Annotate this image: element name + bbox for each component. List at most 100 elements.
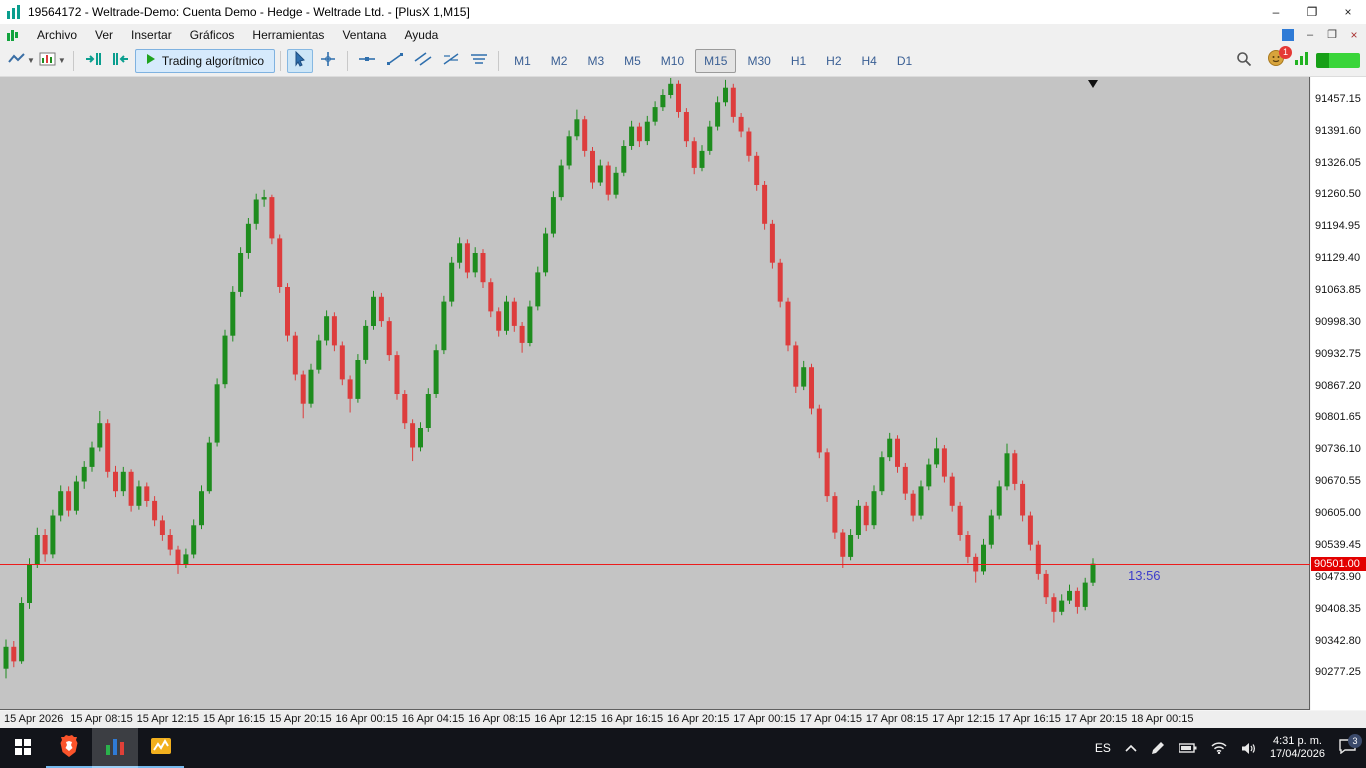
last-bar-marker-icon xyxy=(1088,80,1098,88)
waves-icon xyxy=(470,52,488,69)
new-chart-button[interactable]: ▼ xyxy=(38,49,67,73)
child-chart-icon xyxy=(1278,27,1298,43)
taskbar: ES 4:31 p. m. 17/04/2026 3 xyxy=(0,728,1366,768)
menu-bar: Archivo Ver Insertar Gráficos Herramient… xyxy=(0,24,1366,45)
menu-archivo[interactable]: Archivo xyxy=(28,25,86,45)
price-axis-label: 90932.75 xyxy=(1315,347,1361,360)
timeframe-h2[interactable]: H2 xyxy=(817,49,850,73)
price-axis-label: 90408.35 xyxy=(1315,602,1361,615)
child-minimize-button[interactable]: – xyxy=(1300,27,1320,43)
timeframe-h4[interactable]: H4 xyxy=(853,49,886,73)
time-axis-label: 17 Apr 08:15 xyxy=(865,713,929,725)
search-icon xyxy=(1236,51,1252,70)
candlestick-chart[interactable] xyxy=(0,77,1310,710)
menu-ventana[interactable]: Ventana xyxy=(333,25,395,45)
window-title: 19564172 - Weltrade-Demo: Cuenta Demo - … xyxy=(28,5,470,19)
price-axis[interactable]: 90501.00 91457.15 91391.60 91326.05 91260.5… xyxy=(1311,77,1366,710)
time-axis-label: 15 Apr 12:15 xyxy=(136,713,199,725)
menu-insertar[interactable]: Insertar xyxy=(122,25,181,45)
timeframe-m2[interactable]: M2 xyxy=(542,49,577,73)
auto-scroll-button[interactable] xyxy=(80,49,106,73)
time-axis-label: 16 Apr 16:15 xyxy=(600,713,664,725)
price-axis-label: 90670.55 xyxy=(1315,475,1361,488)
child-restore-button[interactable]: ❐ xyxy=(1322,27,1342,43)
price-axis-label: 90277.25 xyxy=(1315,666,1361,679)
timeframe-m3[interactable]: M3 xyxy=(578,49,613,73)
cursor-icon xyxy=(293,50,307,70)
cursor-tool-button[interactable] xyxy=(287,48,314,73)
time-axis-label: 16 Apr 20:15 xyxy=(667,713,730,725)
volume-icon[interactable] xyxy=(1235,728,1262,768)
chart-type-button[interactable]: ▼ xyxy=(7,49,36,73)
menu-ayuda[interactable]: Ayuda xyxy=(395,25,447,45)
crosshair-tool-button[interactable] xyxy=(315,49,341,73)
taskbar-app-metatrader4[interactable] xyxy=(138,728,184,768)
price-axis-label: 90605.00 xyxy=(1315,507,1361,520)
timeframe-m10[interactable]: M10 xyxy=(652,49,693,73)
child-close-button[interactable]: × xyxy=(1344,27,1364,43)
fibonacci-tool-button[interactable] xyxy=(438,49,464,73)
start-button[interactable] xyxy=(0,728,46,768)
horizontal-line-tool-button[interactable] xyxy=(354,49,380,73)
menu-graficos[interactable]: Gráficos xyxy=(181,25,244,45)
metatrader-logo-icon xyxy=(5,4,23,20)
signal-strength-icon xyxy=(1294,50,1310,71)
time-axis-label: 15 Apr 20:15 xyxy=(269,713,332,725)
maximize-button[interactable]: ❐ xyxy=(1294,0,1330,24)
chart-shift-button[interactable] xyxy=(108,49,134,73)
search-button[interactable] xyxy=(1231,49,1257,73)
timeframe-h1[interactable]: H1 xyxy=(782,49,815,73)
menu-ver[interactable]: Ver xyxy=(86,25,122,45)
tray-chevron-icon[interactable] xyxy=(1119,728,1143,768)
waves-tool-button[interactable] xyxy=(466,49,492,73)
notification-badge: 1 xyxy=(1279,45,1292,59)
trendline-tool-button[interactable] xyxy=(382,49,408,73)
horizontal-line-icon xyxy=(358,53,376,68)
menu-herramientas[interactable]: Herramientas xyxy=(243,25,333,45)
time-axis-label: 16 Apr 08:15 xyxy=(468,713,531,725)
time-axis-label: 17 Apr 00:15 xyxy=(733,713,796,725)
time-axis[interactable]: 15 Apr 2026 15 Apr 08:15 15 Apr 12:15 15 Ap… xyxy=(0,711,1366,728)
taskbar-app-brave[interactable] xyxy=(46,728,92,768)
action-center-badge: 3 xyxy=(1348,734,1362,748)
price-axis-label: 90342.80 xyxy=(1315,634,1361,647)
brave-icon xyxy=(59,734,79,760)
timeframe-d1[interactable]: D1 xyxy=(888,49,921,73)
toolbar-separator xyxy=(498,50,500,71)
action-center-button[interactable]: 3 xyxy=(1333,728,1362,768)
time-axis-label: 18 Apr 00:15 xyxy=(1131,713,1194,725)
battery-icon[interactable] xyxy=(1173,728,1203,768)
toolbar-separator xyxy=(72,50,74,71)
windows-logo-icon xyxy=(15,738,31,758)
auto-scroll-icon xyxy=(84,52,102,69)
channel-tool-button[interactable] xyxy=(410,49,436,73)
keyboard-language[interactable]: ES xyxy=(1089,728,1117,768)
price-axis-label: 91391.60 xyxy=(1315,124,1361,137)
algo-trading-button[interactable]: Trading algorítmico xyxy=(134,48,276,73)
tray-time: 4:31 p. m. xyxy=(1273,735,1322,747)
time-axis-label: 15 Apr 08:15 xyxy=(70,713,133,725)
time-axis-label: 17 Apr 12:15 xyxy=(932,713,995,725)
timeframe-m30[interactable]: M30 xyxy=(738,49,779,73)
price-axis-label: 90539.45 xyxy=(1315,538,1361,551)
price-axis-label: 91129.40 xyxy=(1315,252,1361,265)
timeframe-m15[interactable]: M15 xyxy=(695,48,737,73)
chart-plot[interactable]: 13:56 xyxy=(0,77,1310,710)
timeframe-m5[interactable]: M5 xyxy=(615,49,650,73)
toolbar-separator xyxy=(347,50,349,71)
title-bar: 19564172 - Weltrade-Demo: Cuenta Demo - … xyxy=(0,0,1366,24)
network-icon[interactable] xyxy=(1205,728,1233,768)
tray-date: 17/04/2026 xyxy=(1269,748,1325,760)
timeframe-m1[interactable]: M1 xyxy=(505,49,540,73)
pen-icon[interactable] xyxy=(1145,728,1171,768)
new-chart-icon xyxy=(39,52,57,69)
close-button[interactable]: × xyxy=(1330,0,1366,24)
clock[interactable]: 4:31 p. m. 17/04/2026 xyxy=(1264,728,1331,768)
chart-region: 13:56 90501.00 91457.15 91391.60 91326.05 9… xyxy=(0,77,1366,728)
price-axis-label: 91457.15 xyxy=(1315,92,1361,105)
taskbar-app-metatrader5[interactable] xyxy=(92,728,138,768)
price-axis-label: 90473.90 xyxy=(1315,570,1361,583)
community-button[interactable]: 1 xyxy=(1264,45,1292,73)
minimize-button[interactable]: – xyxy=(1258,0,1294,24)
toolbar-separator xyxy=(280,50,282,71)
